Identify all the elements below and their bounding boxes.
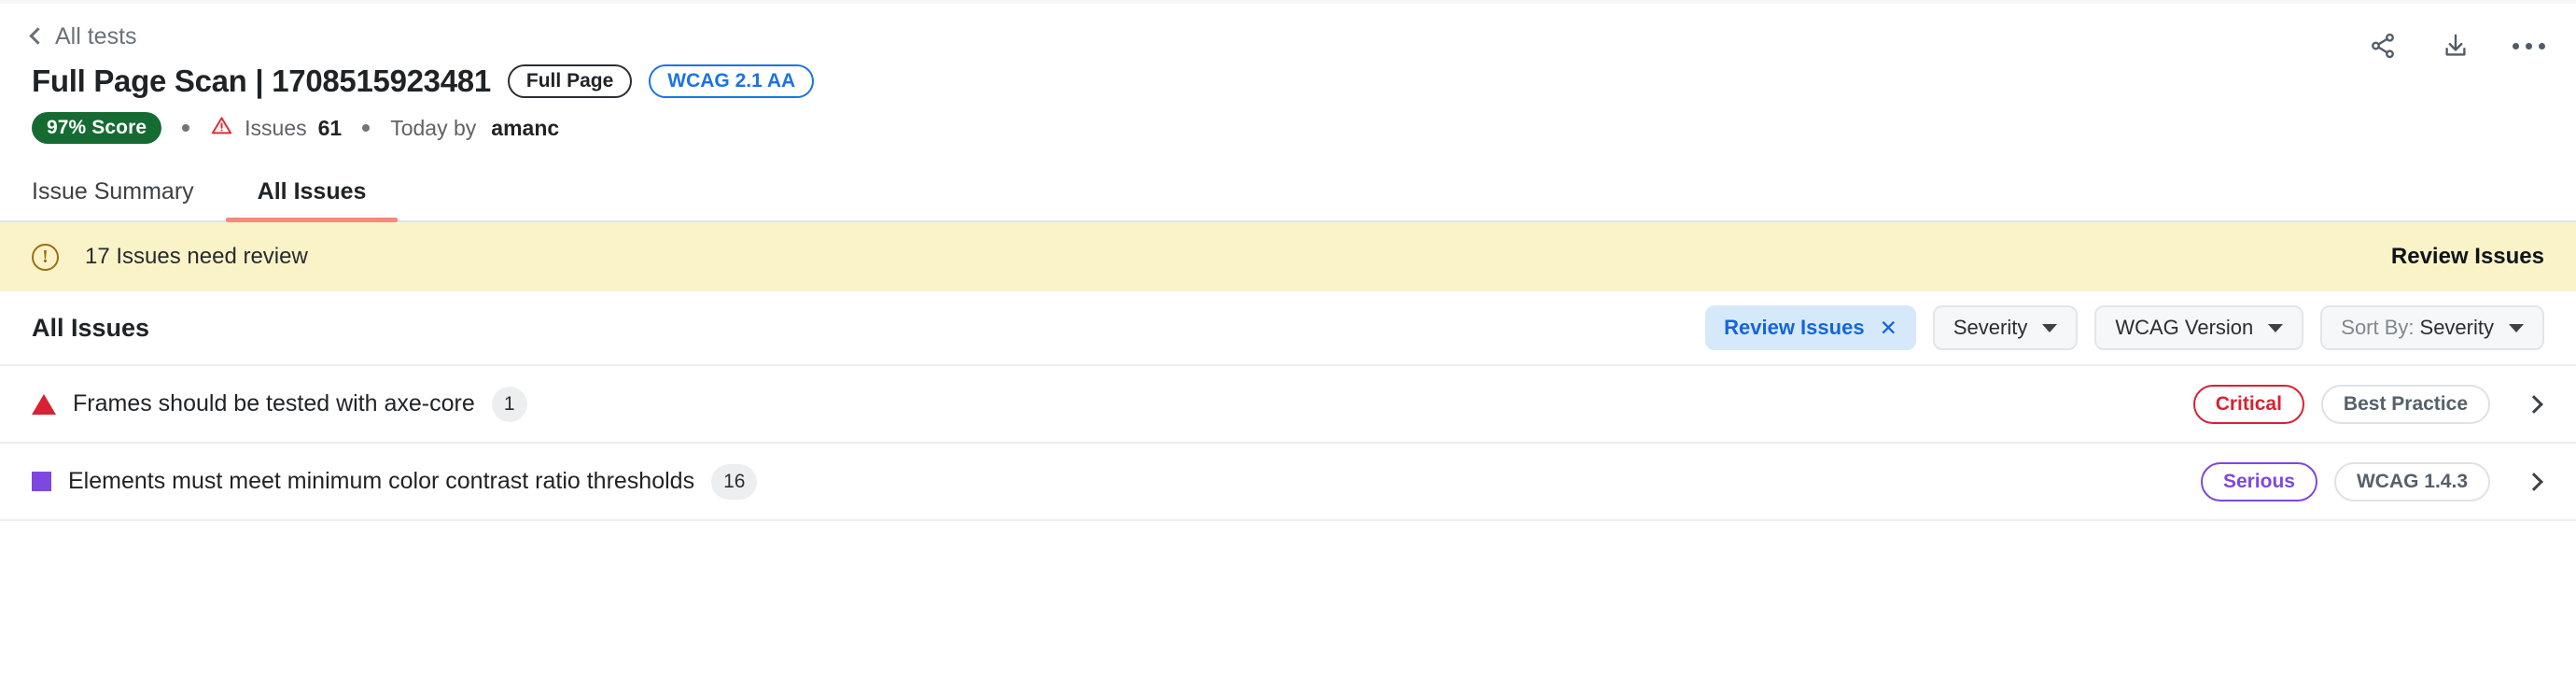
issues-label: Issues — [245, 115, 307, 140]
header-actions — [2367, 30, 2545, 62]
issue-title: Elements must meet minimum color contras… — [68, 468, 695, 494]
table-row[interactable]: Elements must meet minimum color contras… — [0, 444, 2576, 521]
review-issues-button[interactable]: Review Issues — [2391, 244, 2544, 270]
issues-count: 61 — [317, 115, 343, 140]
meta-separator-dot-2 — [362, 124, 371, 132]
filter-controls: Review Issues ✕ Severity WCAG Version So… — [1705, 305, 2544, 350]
issues-summary: Issues 61 — [210, 114, 342, 143]
more-options-icon[interactable] — [2512, 30, 2545, 62]
issue-count-badge: 16 — [711, 463, 758, 500]
chevron-down-icon — [2042, 323, 2058, 332]
chevron-right-icon[interactable] — [2525, 394, 2543, 414]
filter-severity-dropdown[interactable]: Severity — [1932, 305, 2079, 350]
back-link-label: All tests — [55, 22, 137, 49]
issue-title: Frames should be tested with axe-core — [73, 390, 475, 417]
filter-chip-review-issues[interactable]: Review Issues ✕ — [1705, 305, 1916, 350]
issue-row-main: Elements must meet minimum color contras… — [32, 463, 758, 500]
download-icon[interactable] — [2440, 30, 2471, 62]
table-row[interactable]: Frames should be tested with axe-core 1 … — [0, 366, 2576, 444]
chevron-down-icon — [2268, 323, 2284, 332]
sort-by-dropdown[interactable]: Sort By: Severity — [2320, 305, 2544, 350]
chevron-down-icon — [2509, 323, 2524, 332]
run-time-label: Today by — [390, 115, 477, 140]
chevron-left-icon — [29, 27, 47, 45]
report-page: All tests Full Page Scan | 1708515923481… — [0, 0, 2576, 678]
title-row: Full Page Scan | 1708515923481 Full Page… — [32, 64, 2544, 99]
exclamation-circle-icon: ! — [32, 243, 59, 271]
breadcrumb: All tests — [29, 4, 2544, 56]
issue-row-tags: Critical Best Practice — [2192, 384, 2544, 424]
review-banner-text: 17 Issues need review — [85, 244, 308, 269]
ellipsis-glyph — [2512, 42, 2545, 49]
score-badge: 97% Score — [32, 112, 162, 144]
review-banner-content: ! 17 Issues need review — [32, 243, 308, 271]
issue-count-badge: 1 — [491, 386, 527, 422]
review-banner: ! 17 Issues need review Review Issues — [0, 222, 2576, 291]
status-badge: Serious — [2200, 461, 2317, 501]
issue-row-tags: Serious WCAG 1.4.3 — [2200, 461, 2544, 501]
status-badge: Critical — [2192, 384, 2304, 424]
filter-severity-label: Severity — [1953, 316, 2028, 339]
tab-all-issues[interactable]: All Issues — [225, 178, 399, 222]
close-x-icon[interactable]: ✕ — [1880, 317, 1897, 339]
page-title: Full Page Scan | 1708515923481 — [32, 64, 491, 98]
sort-by-value: Severity — [2419, 316, 2494, 339]
sort-by-prefix: Sort By: — [2341, 316, 2415, 339]
serious-square-icon — [32, 472, 51, 491]
page-header: All tests Full Page Scan | 1708515923481… — [0, 4, 2576, 144]
filter-wcag-version-label: WCAG Version — [2115, 316, 2254, 339]
standard-badge: Best Practice — [2320, 384, 2490, 424]
tab-bar: Issue Summary All Issues — [0, 168, 2576, 222]
scan-type-tag: Full Page — [507, 64, 633, 98]
share-icon[interactable] — [2367, 30, 2399, 62]
standard-badge: WCAG 1.4.3 — [2333, 461, 2490, 501]
chevron-right-icon[interactable] — [2525, 472, 2543, 491]
wcag-standard-tag[interactable]: WCAG 2.1 AA — [649, 64, 815, 98]
critical-triangle-icon — [32, 393, 56, 415]
run-author: amanc — [491, 115, 560, 140]
warning-triangle-icon — [210, 114, 233, 143]
tab-issue-summary[interactable]: Issue Summary — [32, 178, 226, 220]
back-to-all-tests-link[interactable]: All tests — [29, 22, 137, 49]
issues-toolbar: All Issues Review Issues ✕ Severity WCAG… — [0, 291, 2576, 366]
filter-chip-label: Review Issues — [1724, 316, 1865, 339]
issue-row-main: Frames should be tested with axe-core 1 — [32, 386, 527, 422]
meta-row: 97% Score Issues 61 Today by amanc — [32, 112, 2544, 144]
filter-wcag-version-dropdown[interactable]: WCAG Version — [2094, 305, 2304, 350]
issues-list-title: All Issues — [32, 313, 150, 342]
meta-separator-dot — [182, 124, 190, 132]
